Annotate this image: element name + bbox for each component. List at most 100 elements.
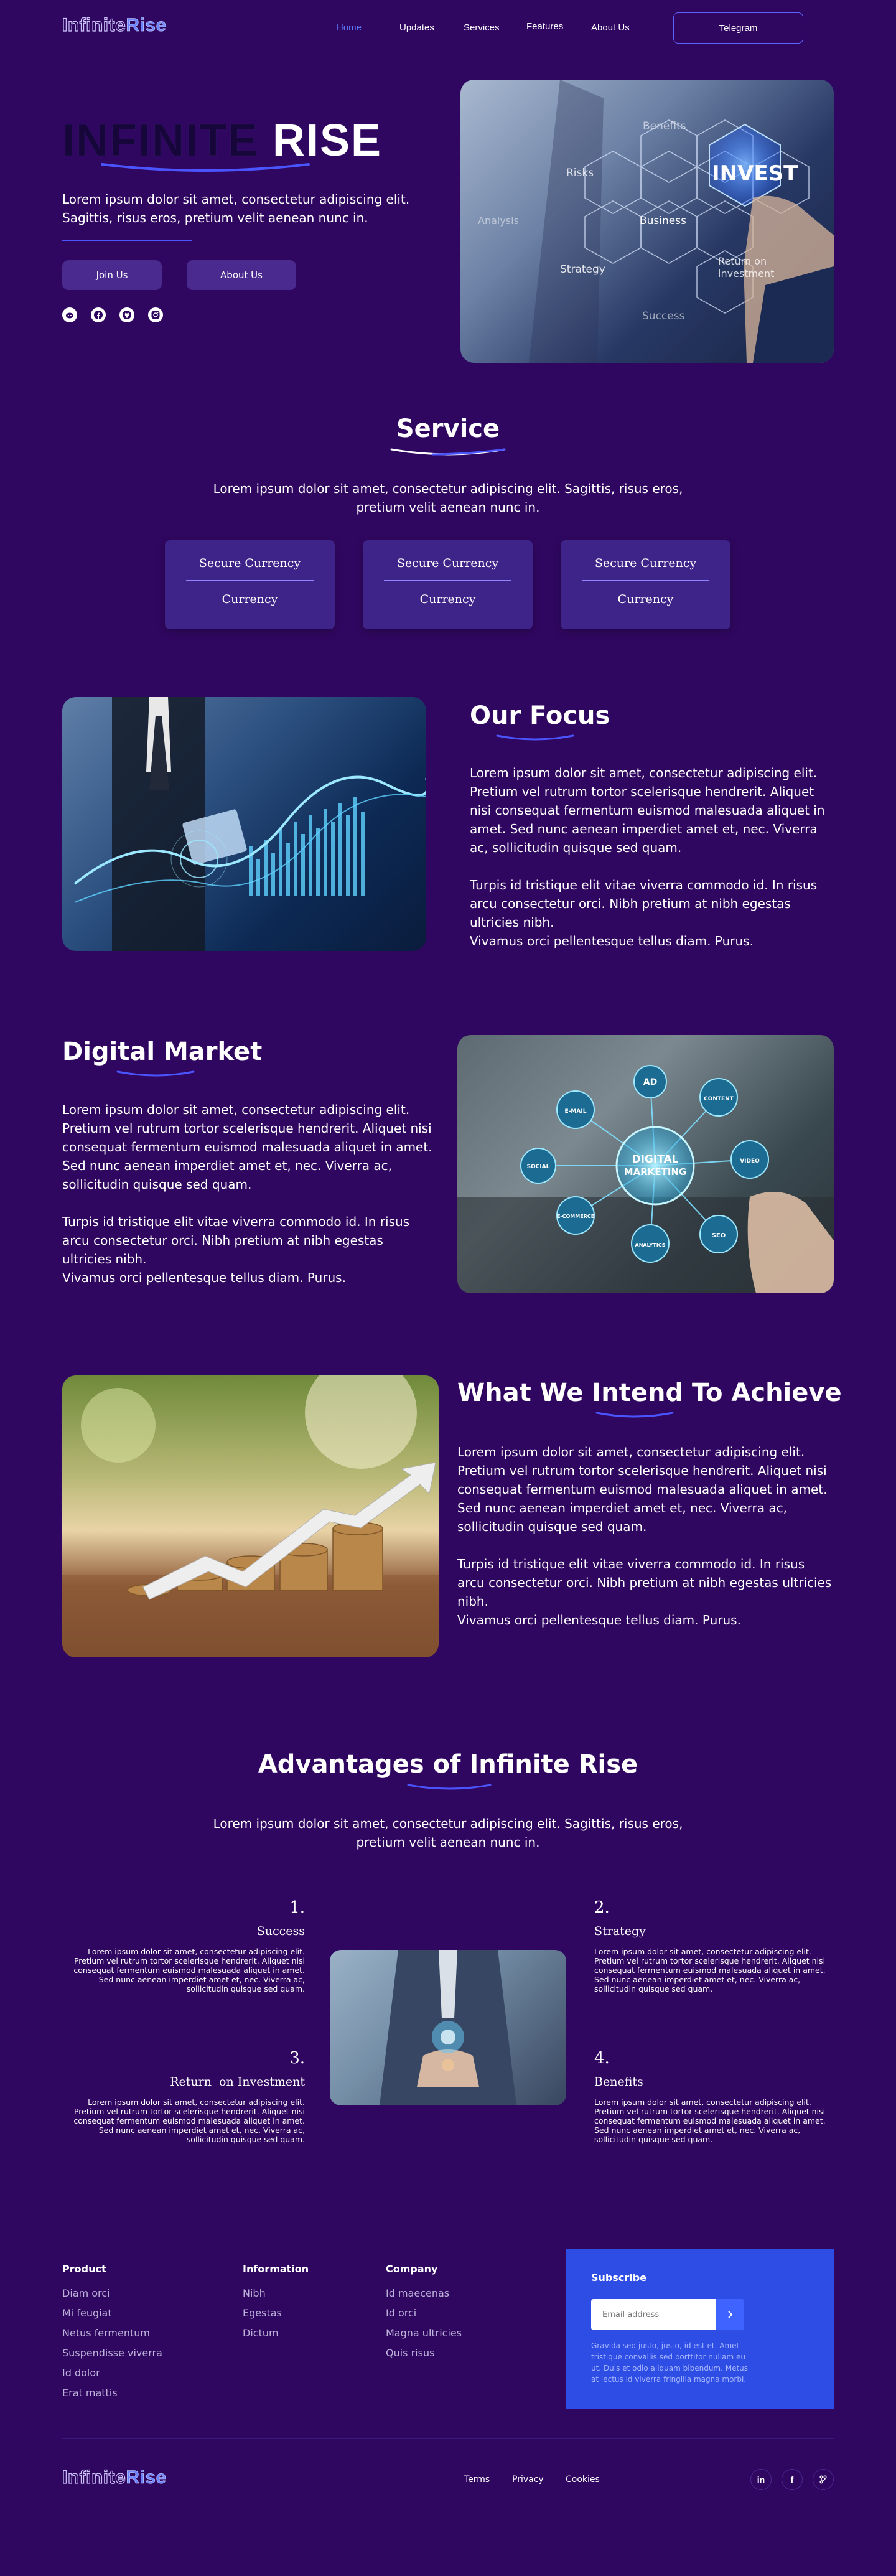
digital-node-label: VIDEO [740, 1158, 760, 1164]
footer-link[interactable]: Mi feugiat [62, 2307, 162, 2319]
service-card[interactable]: Secure Currency Currency [561, 540, 730, 629]
hero-title: INFINITE RISE [62, 116, 382, 166]
footer-divider [62, 2438, 834, 2439]
facebook-icon[interactable] [91, 307, 106, 322]
advantage-text: Lorem ipsum dolor sit amet, consectetur … [73, 1947, 305, 1993]
hex-label-benefits: Benefits [643, 120, 686, 133]
intend-title: What We Intend To Achieve [457, 1379, 842, 1407]
advantages-title: Advantages of Infinite Rise [258, 1750, 638, 1779]
nav-home[interactable]: Home [337, 22, 362, 33]
subscribe-box: Subscribe Gravida sed justo, justo, id e… [566, 2249, 834, 2409]
footer-link[interactable]: Id orci [386, 2307, 462, 2319]
digital-title: Digital Market [62, 1037, 263, 1066]
subscribe-title: Subscribe [591, 2272, 647, 2283]
footer-link[interactable]: Erat mattis [62, 2387, 162, 2399]
digital-node-label: ANALYTICS [635, 1242, 666, 1248]
service-card-divider [384, 580, 511, 581]
footer-terms-link[interactable]: Terms [464, 2475, 490, 2485]
advantage-text: Lorem ipsum dolor sit amet, consectetur … [594, 1947, 826, 1993]
hex-label-success: Success [642, 310, 685, 322]
digital-node-label: SOCIAL [527, 1164, 550, 1170]
footer-link[interactable]: Quis risus [386, 2347, 462, 2359]
advantage-title: Return on Investment [170, 2075, 305, 2089]
telegram-button[interactable]: Telegram [673, 12, 803, 44]
advantage-title: Benefits [594, 2075, 643, 2089]
focus-paragraph: Vivamus orci pellentesque tellus diam. P… [470, 934, 754, 948]
footer-link[interactable]: Dictum [243, 2327, 309, 2339]
digital-paragraph: Turpis id tristique elit vitae viverra c… [62, 1214, 410, 1267]
digital-paragraph: Lorem ipsum dolor sit amet, consectetur … [62, 1102, 432, 1192]
footer-link[interactable]: Suspendisse viverra [62, 2347, 162, 2359]
linkedin-glyph: in [757, 2475, 765, 2485]
footer-link[interactable]: Netus fermentum [62, 2327, 162, 2339]
digital-marketing-image: DIGITAL MARKETING AD E-MAIL CONTENT SOCI… [457, 1035, 834, 1293]
intend-paragraph: Turpis id tristique elit vitae viverra c… [457, 1557, 832, 1609]
hero-text: Lorem ipsum dolor sit amet, consectetur … [62, 192, 410, 225]
nav-about-us[interactable]: About Us [591, 22, 630, 33]
advantage-text: Lorem ipsum dolor sit amet, consectetur … [73, 2097, 305, 2144]
chevron-right-icon [728, 2311, 733, 2318]
focus-image [62, 697, 426, 951]
intend-paragraph: Vivamus orci pellentesque tellus diam. P… [457, 1613, 741, 1628]
hero-underline [101, 163, 310, 172]
advantage-title: Strategy [594, 1924, 646, 1938]
footer-link[interactable]: Id dolor [62, 2367, 162, 2379]
service-card-subtitle: Currency [419, 592, 476, 606]
advantages-text: Lorem ipsum dolor sit amet, consectetur … [213, 1816, 683, 1850]
focus-title: Our Focus [470, 701, 610, 730]
service-card[interactable]: Secure Currency Currency [363, 540, 533, 629]
nav-services[interactable]: Services [464, 22, 500, 33]
footer-link[interactable]: Egestas [243, 2307, 309, 2319]
advantage-number: 2. [594, 1898, 610, 1917]
intend-underline [595, 1412, 674, 1418]
advantage-item: 2. Strategy Lorem ipsum dolor sit amet, … [594, 1898, 834, 1993]
about-us-button[interactable]: About Us [187, 260, 296, 290]
footer-link[interactable]: Nibh [243, 2287, 309, 2299]
service-card-divider [186, 580, 314, 581]
logo-part-rise: Rise [126, 2467, 167, 2488]
hex-label-strategy: Strategy [560, 263, 605, 276]
footer-column-title: Company [386, 2263, 438, 2275]
footer-cookies-link[interactable]: Cookies [566, 2475, 600, 2485]
hero-title-infinite: INFINITE [62, 116, 259, 166]
instagram-icon[interactable] [148, 307, 163, 322]
logo[interactable]: InfiniteRise [62, 14, 167, 36]
advantage-number: 3. [289, 2049, 305, 2068]
digital-underline [116, 1070, 195, 1077]
footer-logo[interactable]: InfiniteRise [62, 2466, 167, 2488]
footer-link[interactable]: Magna ultricies [386, 2327, 462, 2339]
subscribe-submit-button[interactable] [716, 2299, 744, 2330]
nav-updates[interactable]: Updates [399, 22, 434, 33]
hex-label-analysis: Analysis [478, 215, 519, 227]
email-input[interactable] [591, 2299, 716, 2330]
digital-node-label: CONTENT [704, 1096, 734, 1102]
advantage-title: Success [256, 1924, 305, 1938]
service-card[interactable]: Secure Currency Currency [165, 540, 335, 629]
advantage-item: 1. Success Lorem ipsum dolor sit amet, c… [62, 1898, 305, 1993]
footer-information-column: Information Nibh Egestas Dictum [243, 2263, 309, 2339]
footer-product-column: Product Diam orci Mi feugiat Netus ferme… [62, 2263, 162, 2399]
linkedin-icon[interactable]: in [750, 2469, 772, 2490]
discord-icon[interactable] [62, 307, 77, 322]
git-icon[interactable] [813, 2469, 834, 2490]
advantage-number: 4. [594, 2049, 610, 2068]
footer-privacy-link[interactable]: Privacy [512, 2475, 544, 2485]
service-card-title: Secure Currency [594, 556, 697, 570]
service-underline [390, 448, 506, 456]
footer-column-title: Information [243, 2263, 309, 2275]
footer-link[interactable]: Id maecenas [386, 2287, 462, 2299]
footer-company-column: Company Id maecenas Id orci Magna ultric… [386, 2263, 462, 2359]
github-icon[interactable] [119, 307, 134, 322]
footer-link[interactable]: Diam orci [62, 2287, 162, 2299]
focus-underline [496, 734, 574, 741]
service-title: Service [396, 415, 500, 443]
facebook-icon[interactable]: f [782, 2469, 803, 2490]
digital-paragraph: Vivamus orci pellentesque tellus diam. P… [62, 1270, 346, 1285]
service-card-divider [582, 580, 709, 581]
service-text: Lorem ipsum dolor sit amet, consectetur … [213, 481, 683, 515]
service-card-subtitle: Currency [617, 592, 674, 606]
logo-part-rise: Rise [126, 15, 167, 36]
join-us-button[interactable]: Join Us [62, 260, 162, 290]
nav-features[interactable]: Features [526, 21, 563, 32]
focus-paragraph: Lorem ipsum dolor sit amet, consectetur … [470, 766, 825, 855]
